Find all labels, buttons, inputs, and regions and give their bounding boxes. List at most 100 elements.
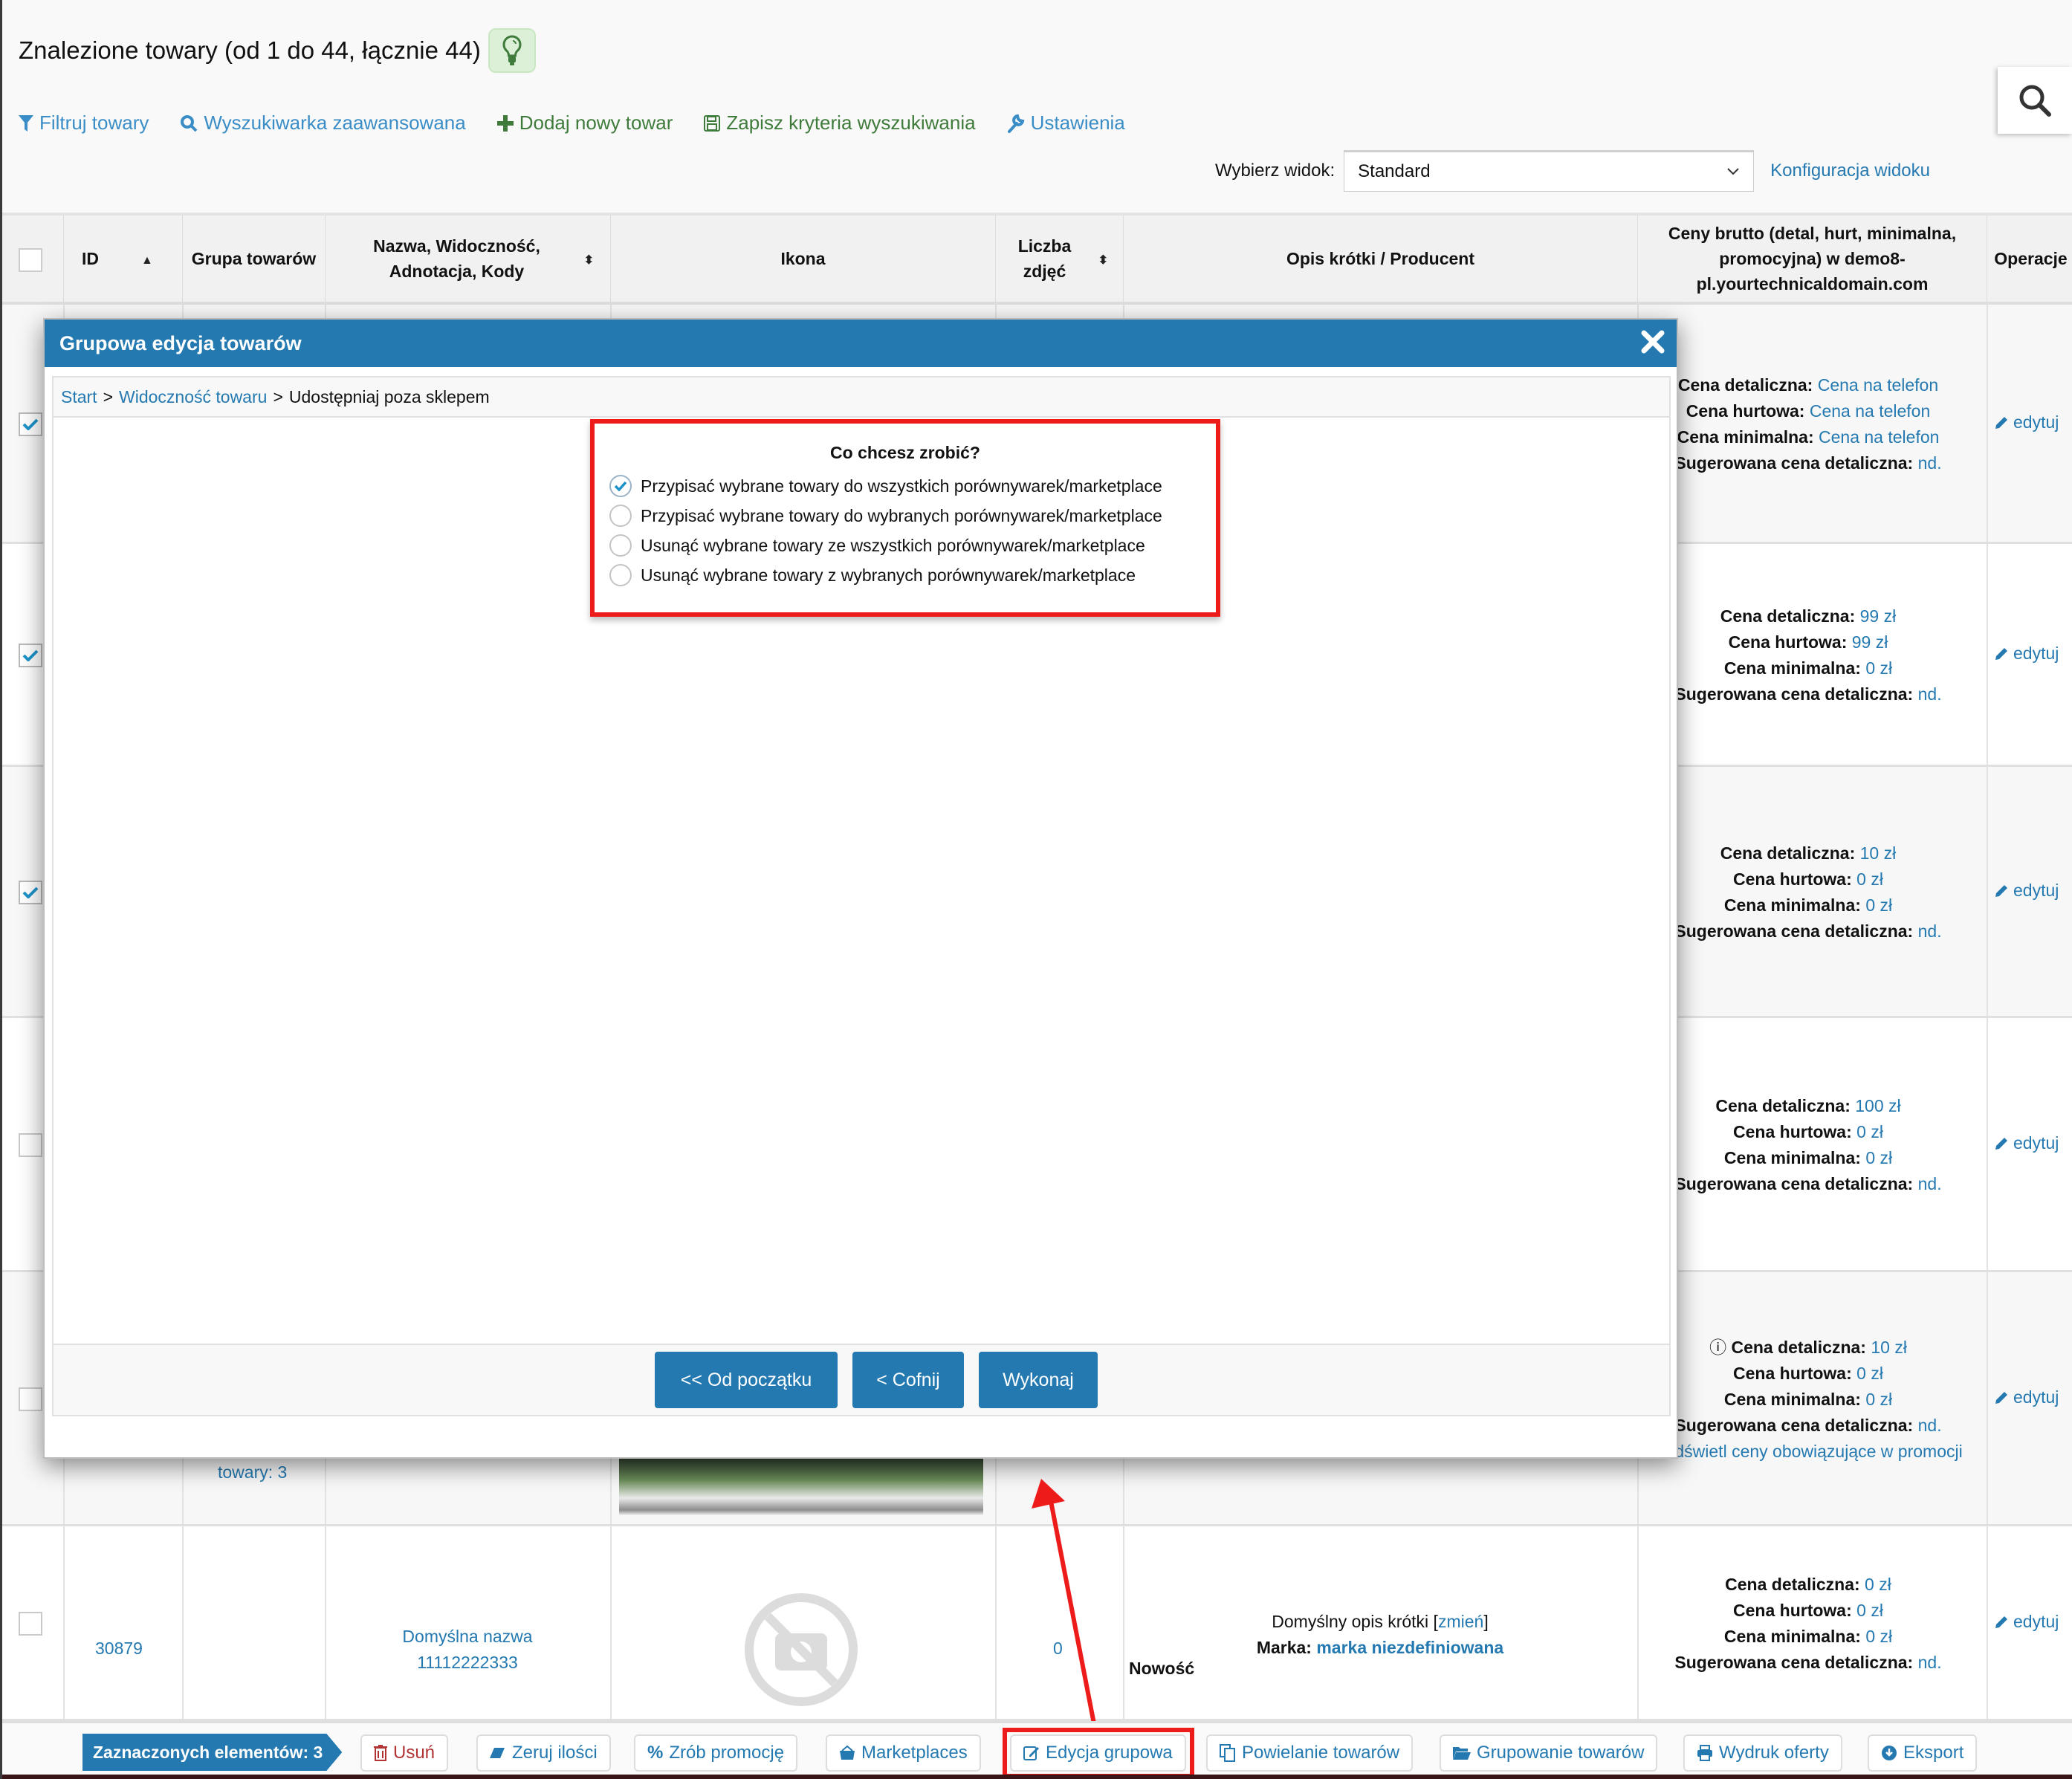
advanced-search-link[interactable]: Wyszukiwarka zaawansowana xyxy=(180,111,466,135)
price-label: Sugerowana cena detaliczna: xyxy=(1674,684,1914,704)
price-value[interactable]: 0 zł xyxy=(1865,658,1892,678)
breadcrumb-start[interactable]: Start xyxy=(61,387,97,407)
header-icon-label: Ikona xyxy=(780,249,826,268)
price-value[interactable]: Cena na telefon xyxy=(1819,427,1939,447)
radio-button[interactable] xyxy=(609,505,632,527)
row-checkbox[interactable] xyxy=(19,644,42,667)
marketplaces-button[interactable]: Marketplaces xyxy=(826,1734,981,1772)
select-all-checkbox[interactable] xyxy=(19,248,42,272)
view-selector-row: Wybierz widok: Standard Konfiguracja wid… xyxy=(1215,150,1930,192)
pencil-icon xyxy=(1995,1616,2007,1628)
reset-quantities-button[interactable]: Zeruj ilości xyxy=(476,1734,611,1772)
column-divider xyxy=(1987,1272,1988,1524)
price-value[interactable]: nd. xyxy=(1918,1416,1942,1435)
search-button[interactable] xyxy=(1998,67,2072,134)
price-value[interactable]: 99 zł xyxy=(1852,632,1888,652)
price-value[interactable]: nd. xyxy=(1918,684,1942,704)
group-products-button[interactable]: Grupowanie towarów xyxy=(1440,1734,1658,1772)
breadcrumb-separator: > xyxy=(103,386,114,406)
row-checkbox[interactable] xyxy=(19,412,42,436)
lightbulb-icon[interactable] xyxy=(488,28,536,73)
price-label: Cena hurtowa: xyxy=(1733,1601,1852,1620)
group-products-link[interactable]: towary: 3 xyxy=(218,1462,287,1482)
duplicate-products-button[interactable]: Powielanie towarów xyxy=(1206,1734,1414,1772)
price-value[interactable]: nd. xyxy=(1918,453,1942,473)
restart-button[interactable]: << Od początku xyxy=(655,1352,838,1408)
price-value[interactable]: 0 zł xyxy=(1865,895,1892,915)
delete-button[interactable]: Usuń xyxy=(360,1734,449,1772)
action-option-label: Usunąć wybrane towary z wybranych porówn… xyxy=(641,565,1136,585)
product-code-link[interactable]: 11112222333 xyxy=(325,1650,610,1676)
action-option[interactable]: Usunąć wybrane towary ze wszystkich poró… xyxy=(609,531,1162,560)
price-value[interactable]: Cena na telefon xyxy=(1818,375,1938,395)
execute-button[interactable]: Wykonaj xyxy=(979,1352,1098,1408)
price-value[interactable]: nd. xyxy=(1918,1174,1942,1193)
price-value[interactable]: 0 zł xyxy=(1856,869,1883,889)
edit-link[interactable]: edytuj xyxy=(1994,1133,2059,1153)
close-icon[interactable] xyxy=(1638,327,1668,357)
price-value[interactable]: 10 zł xyxy=(1860,843,1897,863)
price-value[interactable]: nd. xyxy=(1918,921,1942,941)
edit-link[interactable]: edytuj xyxy=(1994,644,2059,664)
edit-link[interactable]: edytuj xyxy=(1994,1612,2059,1632)
edit-link[interactable]: edytuj xyxy=(1994,412,2059,432)
price-value[interactable]: 10 zł xyxy=(1871,1338,1907,1357)
back-button[interactable]: < Cofnij xyxy=(852,1352,964,1408)
action-option[interactable]: Przypisać wybrane towary do wybranych po… xyxy=(609,501,1162,531)
price-value[interactable]: 0 zł xyxy=(1856,1601,1883,1620)
price-value[interactable]: 0 zł xyxy=(1865,1575,1891,1594)
header-description-label: Opis krótki / Producent xyxy=(1286,249,1475,268)
header-prices: Ceny brutto (detal, hurt, minimalna, pro… xyxy=(1637,216,1987,302)
product-id-link[interactable]: 30879 xyxy=(95,1639,143,1659)
action-option-label: Przypisać wybrane towary do wybranych po… xyxy=(641,505,1162,525)
header-name[interactable]: Nazwa, Widoczność, Adnotacja, Kody ⬍ xyxy=(325,216,610,302)
filter-products-link[interactable]: Filtruj towary xyxy=(19,111,149,135)
add-product-label: Dodaj nowy towar xyxy=(519,111,673,134)
brand-label: Marka: xyxy=(1256,1638,1312,1657)
add-product-link[interactable]: Dodaj nowy towar xyxy=(496,111,673,135)
action-option[interactable]: Usunąć wybrane towary z wybranych porówn… xyxy=(609,560,1162,590)
edit-link[interactable]: edytuj xyxy=(1994,1387,2059,1407)
settings-link[interactable]: Ustawienia xyxy=(1007,111,1125,135)
header-operations: Operacje xyxy=(1987,216,2072,302)
price-value[interactable]: 0 zł xyxy=(1856,1364,1883,1383)
make-promotion-button[interactable]: % Zrób promocję xyxy=(634,1734,798,1772)
price-value[interactable]: 99 zł xyxy=(1860,606,1897,626)
action-option[interactable]: Przypisać wybrane towary do wszystkich p… xyxy=(609,471,1162,501)
radio-button[interactable] xyxy=(609,534,632,557)
view-config-link[interactable]: Konfiguracja widoku xyxy=(1770,161,1930,181)
header-group-label: Grupa towarów xyxy=(191,249,317,268)
view-select[interactable]: Standard xyxy=(1344,150,1755,192)
price-value[interactable]: Cena na telefon xyxy=(1810,401,1930,421)
toolbar: Filtruj towary Wyszukiwarka zaawansowana… xyxy=(19,111,1125,135)
price-minimal: Cena minimalna: 0 zł xyxy=(1637,655,1979,681)
edit-link[interactable]: edytuj xyxy=(1994,881,2059,901)
header-icon: Ikona xyxy=(610,216,995,302)
product-image xyxy=(619,1456,983,1516)
header-photos[interactable]: Liczba zdjęć ⬍ xyxy=(995,216,1123,302)
breadcrumb-visibility[interactable]: Widoczność towaru xyxy=(119,387,267,407)
product-name-cell: Domyślna nazwa 11112222333 xyxy=(325,1624,610,1676)
price-value[interactable]: 100 zł xyxy=(1855,1096,1900,1115)
brand-link[interactable]: marka niezdefiniowana xyxy=(1316,1638,1503,1657)
row-checkbox[interactable] xyxy=(19,881,42,904)
radio-button[interactable] xyxy=(609,475,632,497)
save-criteria-link[interactable]: Zapisz kryteria wyszukiwania xyxy=(704,111,976,135)
price-value[interactable]: 0 zł xyxy=(1865,1627,1892,1646)
print-offer-button[interactable]: Wydruk oferty xyxy=(1683,1734,1842,1772)
row-checkbox[interactable] xyxy=(19,1387,42,1411)
change-description-link[interactable]: zmień xyxy=(1438,1612,1483,1631)
action-option-label: Usunąć wybrane towary ze wszystkich poró… xyxy=(641,535,1145,555)
folder-open-icon xyxy=(1453,1747,1471,1760)
promo-prices-link[interactable]: Podświetl ceny obowiązujące w promocji xyxy=(1637,1439,1979,1465)
price-value[interactable]: 0 zł xyxy=(1865,1148,1892,1167)
short-description-text: Domyślny opis krótki xyxy=(1272,1612,1429,1631)
price-value[interactable]: 0 zł xyxy=(1856,1122,1883,1141)
product-name-link[interactable]: Domyślna nazwa xyxy=(325,1624,610,1650)
header-id[interactable]: ID ▲ xyxy=(63,216,182,302)
export-button[interactable]: Eksport xyxy=(1868,1734,1978,1772)
radio-button[interactable] xyxy=(609,564,632,586)
price-value[interactable]: nd. xyxy=(1918,1653,1942,1672)
row-checkbox[interactable] xyxy=(19,1133,42,1157)
price-value[interactable]: 0 zł xyxy=(1865,1390,1892,1409)
